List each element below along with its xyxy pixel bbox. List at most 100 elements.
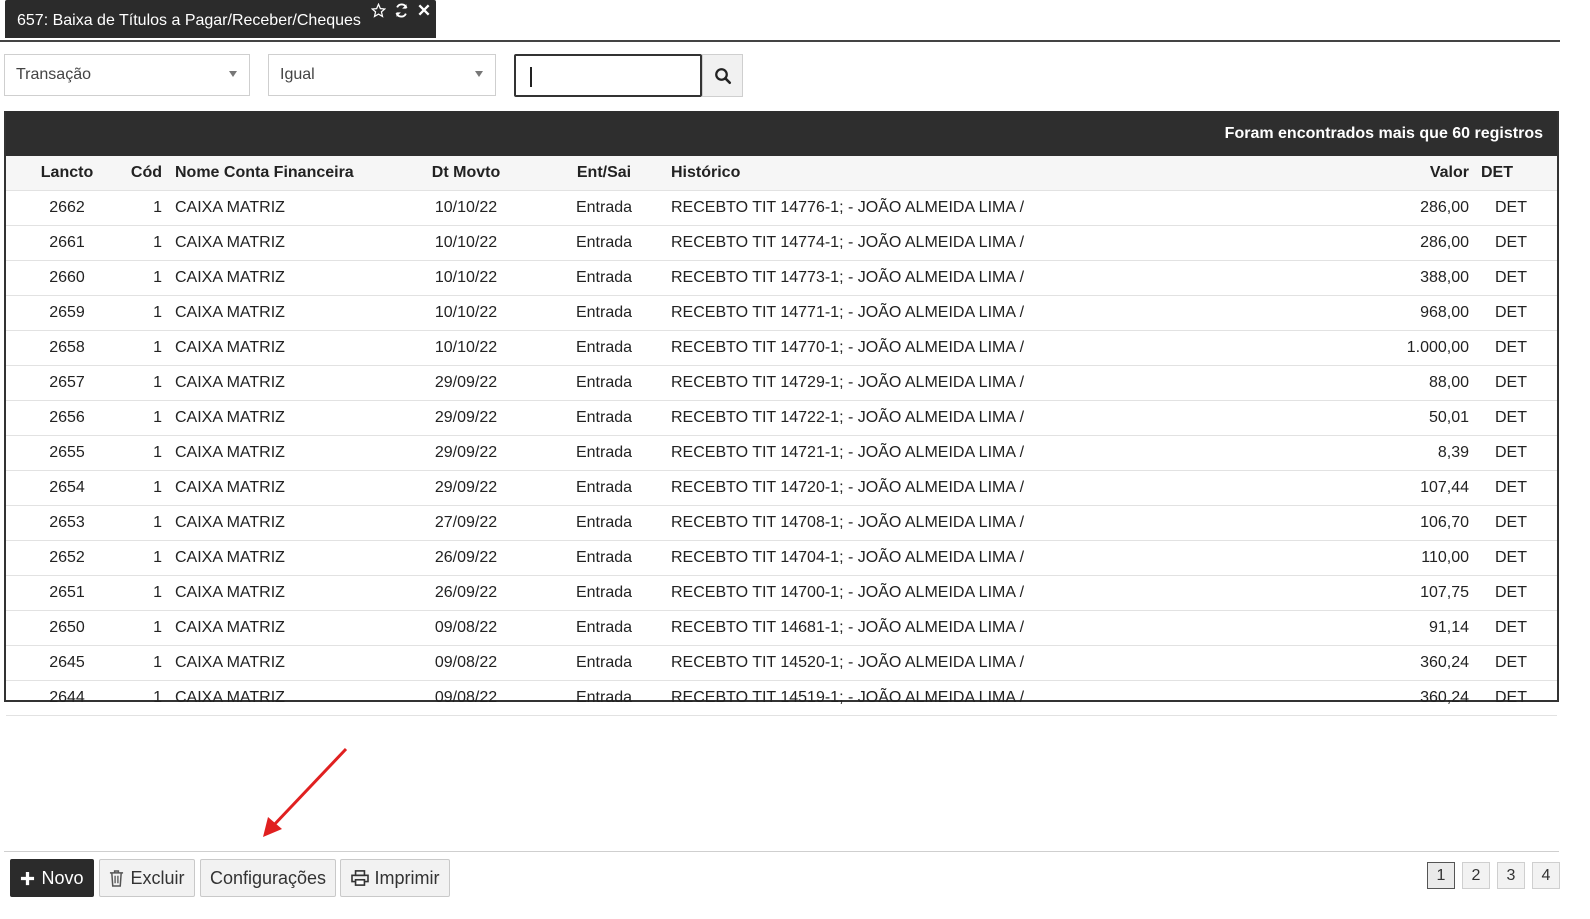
row-lancto: 2645 xyxy=(49,654,85,671)
annotation-arrow xyxy=(263,747,348,837)
col-valor[interactable]: Valor xyxy=(1336,156,1469,190)
table-row[interactable]: 2651 1 CAIXA MATRIZ 26/09/22 Entrada RECEBTO … xyxy=(6,576,1557,611)
row-cod: 1 xyxy=(153,549,162,566)
col-cod[interactable]: Cód xyxy=(122,156,162,190)
col-dt-movto[interactable]: Dt Movto xyxy=(416,156,516,190)
row-cod: 1 xyxy=(153,409,162,426)
table-row[interactable]: 2661 1 CAIXA MATRIZ 10/10/22 Entrada RECEBTO … xyxy=(6,226,1557,261)
table-row[interactable]: 2655 1 CAIXA MATRIZ 29/09/22 Entrada RECEBTO … xyxy=(6,436,1557,471)
row-historico: RECEBTO TIT 14700-1; - JOÃO ALMEIDA LIMA… xyxy=(671,584,1025,601)
excluir-button[interactable]: Excluir xyxy=(99,859,195,897)
row-det-link[interactable]: DET xyxy=(1481,541,1541,575)
row-lancto: 2650 xyxy=(49,619,85,636)
close-icon[interactable] xyxy=(416,3,432,23)
row-historico: RECEBTO TIT 14681-1; - JOÃO ALMEIDA LIMA… xyxy=(671,619,1025,636)
row-det-link[interactable]: DET xyxy=(1481,681,1541,715)
footer-divider xyxy=(4,851,1559,852)
row-det-link[interactable]: DET xyxy=(1481,226,1541,260)
row-valor: 8,39 xyxy=(1437,444,1469,461)
operator-select[interactable]: Igual xyxy=(268,54,496,96)
row-det-link[interactable]: DET xyxy=(1481,401,1541,435)
row-ent-sai: Entrada xyxy=(575,514,633,531)
table-row[interactable]: 2653 1 CAIXA MATRIZ 27/09/22 Entrada RECEBTO … xyxy=(6,506,1557,541)
row-lancto: 2655 xyxy=(49,444,85,461)
star-icon[interactable] xyxy=(370,2,386,23)
refresh-icon[interactable] xyxy=(393,3,409,23)
row-ent-sai: Entrada xyxy=(575,619,633,636)
row-det-link[interactable]: DET xyxy=(1481,471,1541,505)
table-row[interactable]: 2654 1 CAIXA MATRIZ 29/09/22 Entrada RECEBTO … xyxy=(6,471,1557,506)
row-dt-movto: 29/09/22 xyxy=(434,479,498,496)
row-det-link[interactable]: DET xyxy=(1481,296,1541,330)
tab-active[interactable]: 657: Baixa de Títulos a Pagar/Receber/Ch… xyxy=(5,0,436,38)
table-row[interactable]: 2657 1 CAIXA MATRIZ 29/09/22 Entrada RECEBTO … xyxy=(6,366,1557,401)
page-button-4[interactable]: 4 xyxy=(1532,862,1560,889)
row-det-link[interactable]: DET xyxy=(1481,366,1541,400)
table-row[interactable]: 2644 1 CAIXA MATRIZ 09/08/22 Entrada RECEBTO … xyxy=(6,681,1557,716)
table-row[interactable]: 2659 1 CAIXA MATRIZ 10/10/22 Entrada RECEBTO … xyxy=(6,296,1557,331)
row-det-link[interactable]: DET xyxy=(1481,576,1541,610)
row-valor: 50,01 xyxy=(1428,409,1469,426)
row-dt-movto: 27/09/22 xyxy=(434,514,498,531)
row-dt-movto: 10/10/22 xyxy=(434,234,498,251)
row-historico: RECEBTO TIT 14722-1; - JOÃO ALMEIDA LIMA… xyxy=(671,409,1025,426)
table-row[interactable]: 2652 1 CAIXA MATRIZ 26/09/22 Entrada RECEBTO … xyxy=(6,541,1557,576)
row-valor: 88,00 xyxy=(1428,374,1469,391)
row-nome-conta: CAIXA MATRIZ xyxy=(175,514,285,531)
row-lancto: 2644 xyxy=(49,689,85,706)
row-historico: RECEBTO TIT 14520-1; - JOÃO ALMEIDA LIMA… xyxy=(671,654,1025,671)
row-nome-conta: CAIXA MATRIZ xyxy=(175,339,285,356)
row-det-link[interactable]: DET xyxy=(1481,331,1541,365)
tab-bar: 657: Baixa de Títulos a Pagar/Receber/Ch… xyxy=(0,0,1560,42)
table-row[interactable]: 2660 1 CAIXA MATRIZ 10/10/22 Entrada RECEBTO … xyxy=(6,261,1557,296)
row-lancto: 2657 xyxy=(49,374,85,391)
row-det-link[interactable]: DET xyxy=(1481,191,1541,225)
page-button-3[interactable]: 3 xyxy=(1497,862,1525,889)
row-valor: 91,14 xyxy=(1428,619,1469,636)
row-ent-sai: Entrada xyxy=(575,409,633,426)
page-button-1[interactable]: 1 xyxy=(1427,862,1455,889)
row-cod: 1 xyxy=(153,654,162,671)
col-ent-sai[interactable]: Ent/Sai xyxy=(554,156,654,190)
col-nome-conta[interactable]: Nome Conta Financeira xyxy=(175,156,425,190)
row-valor: 106,70 xyxy=(1420,514,1469,531)
row-historico: RECEBTO TIT 14721-1; - JOÃO ALMEIDA LIMA… xyxy=(671,444,1025,461)
search-icon xyxy=(714,67,731,84)
row-nome-conta: CAIXA MATRIZ xyxy=(175,654,285,671)
table-row[interactable]: 2662 1 CAIXA MATRIZ 10/10/22 Entrada RECEBTO … xyxy=(6,191,1557,226)
imprimir-button[interactable]: Imprimir xyxy=(340,859,450,897)
col-lancto[interactable]: Lancto xyxy=(12,156,122,190)
row-ent-sai: Entrada xyxy=(575,584,633,601)
row-ent-sai: Entrada xyxy=(575,549,633,566)
row-cod: 1 xyxy=(153,689,162,706)
row-lancto: 2652 xyxy=(49,549,85,566)
row-lancto: 2658 xyxy=(49,339,85,356)
configuracoes-button[interactable]: Configurações xyxy=(200,859,336,897)
row-cod: 1 xyxy=(153,514,162,531)
col-historico[interactable]: Histórico xyxy=(671,156,1331,190)
table-row[interactable]: 2658 1 CAIXA MATRIZ 10/10/22 Entrada RECEBTO … xyxy=(6,331,1557,366)
field-select[interactable]: Transação xyxy=(4,54,250,96)
table-row[interactable]: 2656 1 CAIXA MATRIZ 29/09/22 Entrada RECEBTO … xyxy=(6,401,1557,436)
results-grid: Foram encontrados mais que 60 registros … xyxy=(4,111,1559,716)
col-det[interactable]: DET xyxy=(1481,156,1541,190)
row-valor: 1.000,00 xyxy=(1406,339,1469,356)
table-row[interactable]: 2650 1 CAIXA MATRIZ 09/08/22 Entrada RECEBTO … xyxy=(6,611,1557,646)
row-dt-movto: 09/08/22 xyxy=(434,619,498,636)
row-nome-conta: CAIXA MATRIZ xyxy=(175,409,285,426)
row-det-link[interactable]: DET xyxy=(1481,506,1541,540)
page-button-2[interactable]: 2 xyxy=(1462,862,1490,889)
row-det-link[interactable]: DET xyxy=(1481,261,1541,295)
search-input[interactable] xyxy=(514,54,702,97)
row-det-link[interactable]: DET xyxy=(1481,611,1541,645)
novo-button[interactable]: Novo xyxy=(10,859,94,897)
row-det-link[interactable]: DET xyxy=(1481,646,1541,680)
chevron-down-icon xyxy=(475,71,483,77)
table-row[interactable]: 2645 1 CAIXA MATRIZ 09/08/22 Entrada RECEBTO … xyxy=(6,646,1557,681)
row-dt-movto: 26/09/22 xyxy=(434,549,498,566)
text-cursor xyxy=(530,67,532,87)
row-det-link[interactable]: DET xyxy=(1481,436,1541,470)
search-button[interactable] xyxy=(702,54,743,97)
row-ent-sai: Entrada xyxy=(575,479,633,496)
row-valor: 110,00 xyxy=(1421,549,1469,566)
